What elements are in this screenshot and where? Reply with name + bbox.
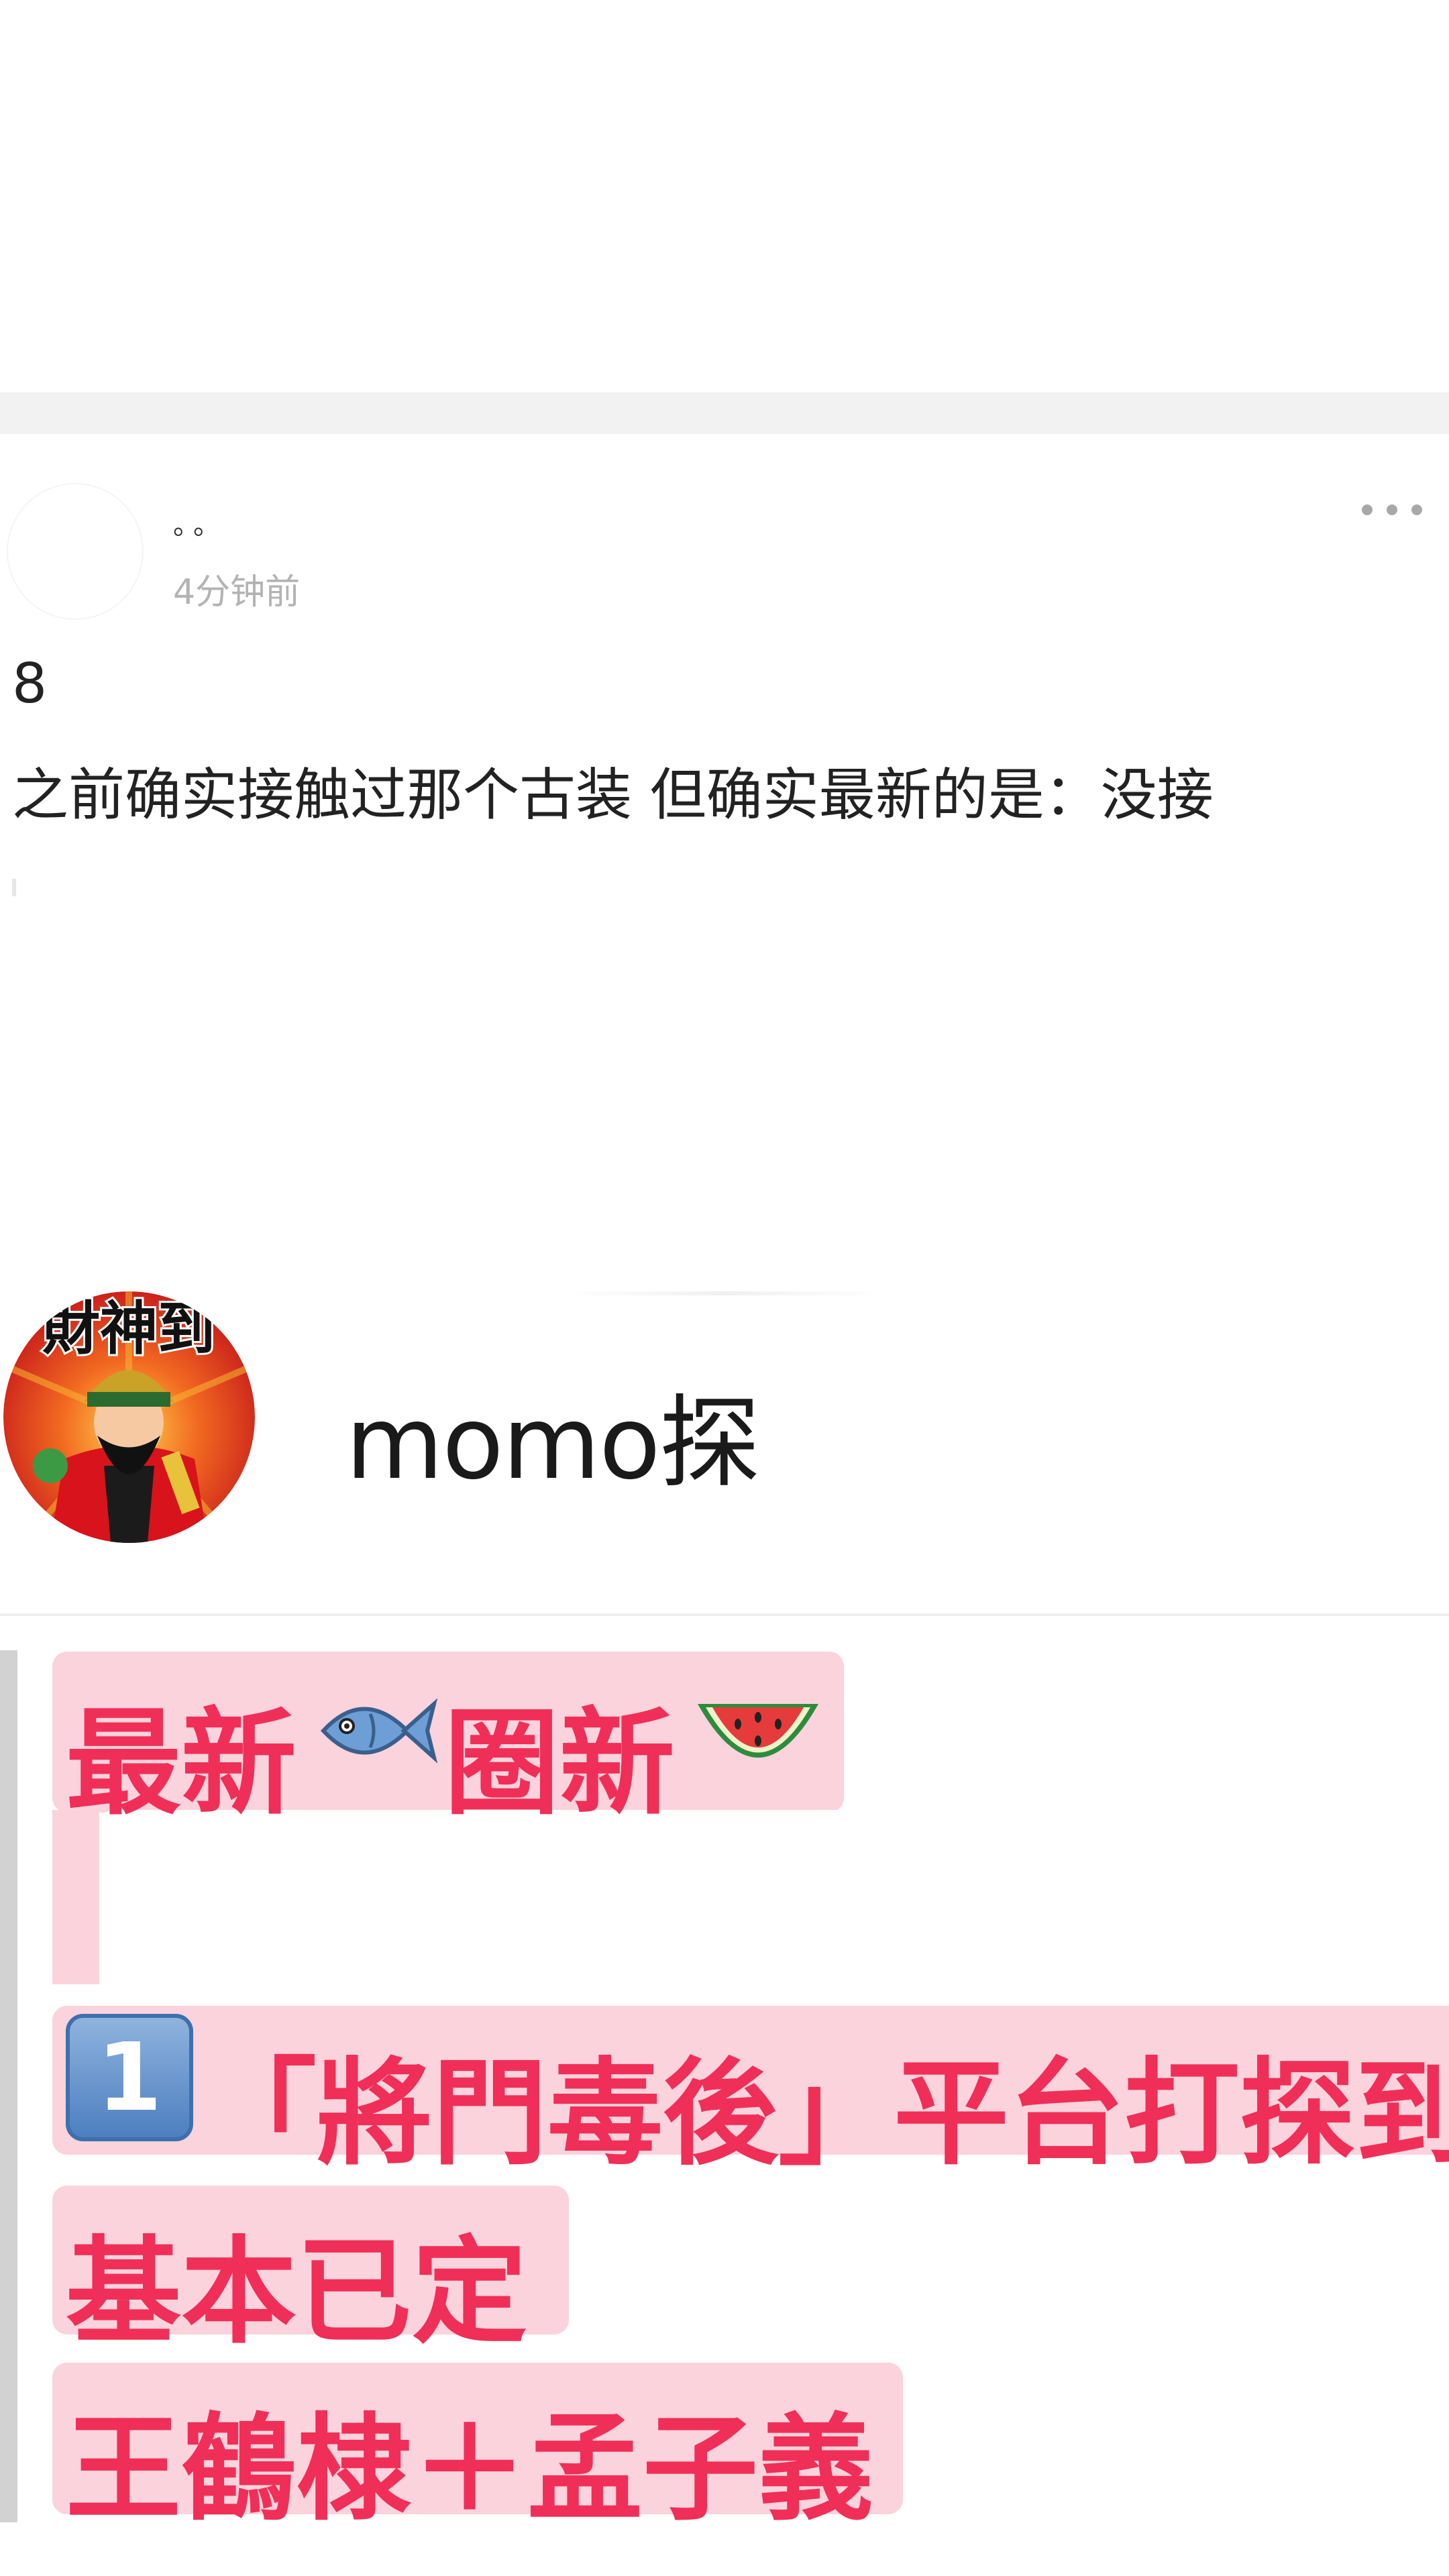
more-dot bbox=[1362, 504, 1373, 515]
message-line-1: 最新 bbox=[66, 1696, 297, 1831]
avatar-title-text: 財神到 bbox=[42, 1295, 215, 1362]
watermelon-emoji-icon bbox=[698, 1704, 818, 1758]
caishen-avatar-icon: 財神到 bbox=[3, 1291, 255, 1543]
keycap-one-icon: 1 bbox=[66, 2014, 193, 2141]
post-text-line: 之前确实接触过那个古装 但确实最新的是：没接 bbox=[12, 762, 1214, 828]
post-avatar[interactable] bbox=[7, 483, 144, 620]
message-line-1b: 圈新 bbox=[444, 1696, 675, 1831]
feed-separator bbox=[0, 392, 1449, 434]
profile-name[interactable]: momo探 bbox=[345, 1362, 760, 1507]
more-dot bbox=[1387, 504, 1397, 515]
message-line-3: 基本已定 bbox=[66, 2224, 527, 2359]
faint-mark bbox=[12, 879, 16, 896]
more-dot bbox=[1411, 504, 1422, 515]
faint-divider bbox=[564, 1291, 885, 1295]
profile-avatar[interactable]: 財神到 bbox=[3, 1291, 255, 1543]
top-blank-area bbox=[0, 0, 1449, 392]
message-line-4: 王鶴棣＋孟子義 bbox=[66, 2402, 873, 2536]
post-card bbox=[0, 434, 1449, 1273]
message-line-2: 「將門毒後」平台打探到 bbox=[201, 2046, 1449, 2181]
post-author-name[interactable]: 。。 bbox=[173, 503, 227, 542]
section-divider bbox=[0, 1613, 1449, 1616]
more-dots-icon[interactable] bbox=[1362, 496, 1422, 523]
post-timestamp: 4分钟前 bbox=[173, 572, 301, 612]
post-text-line: 8 bbox=[12, 652, 48, 716]
quote-bar bbox=[0, 1650, 17, 2522]
fish-emoji-icon bbox=[320, 1698, 437, 1764]
blank-line-area bbox=[97, 1810, 1449, 1978]
